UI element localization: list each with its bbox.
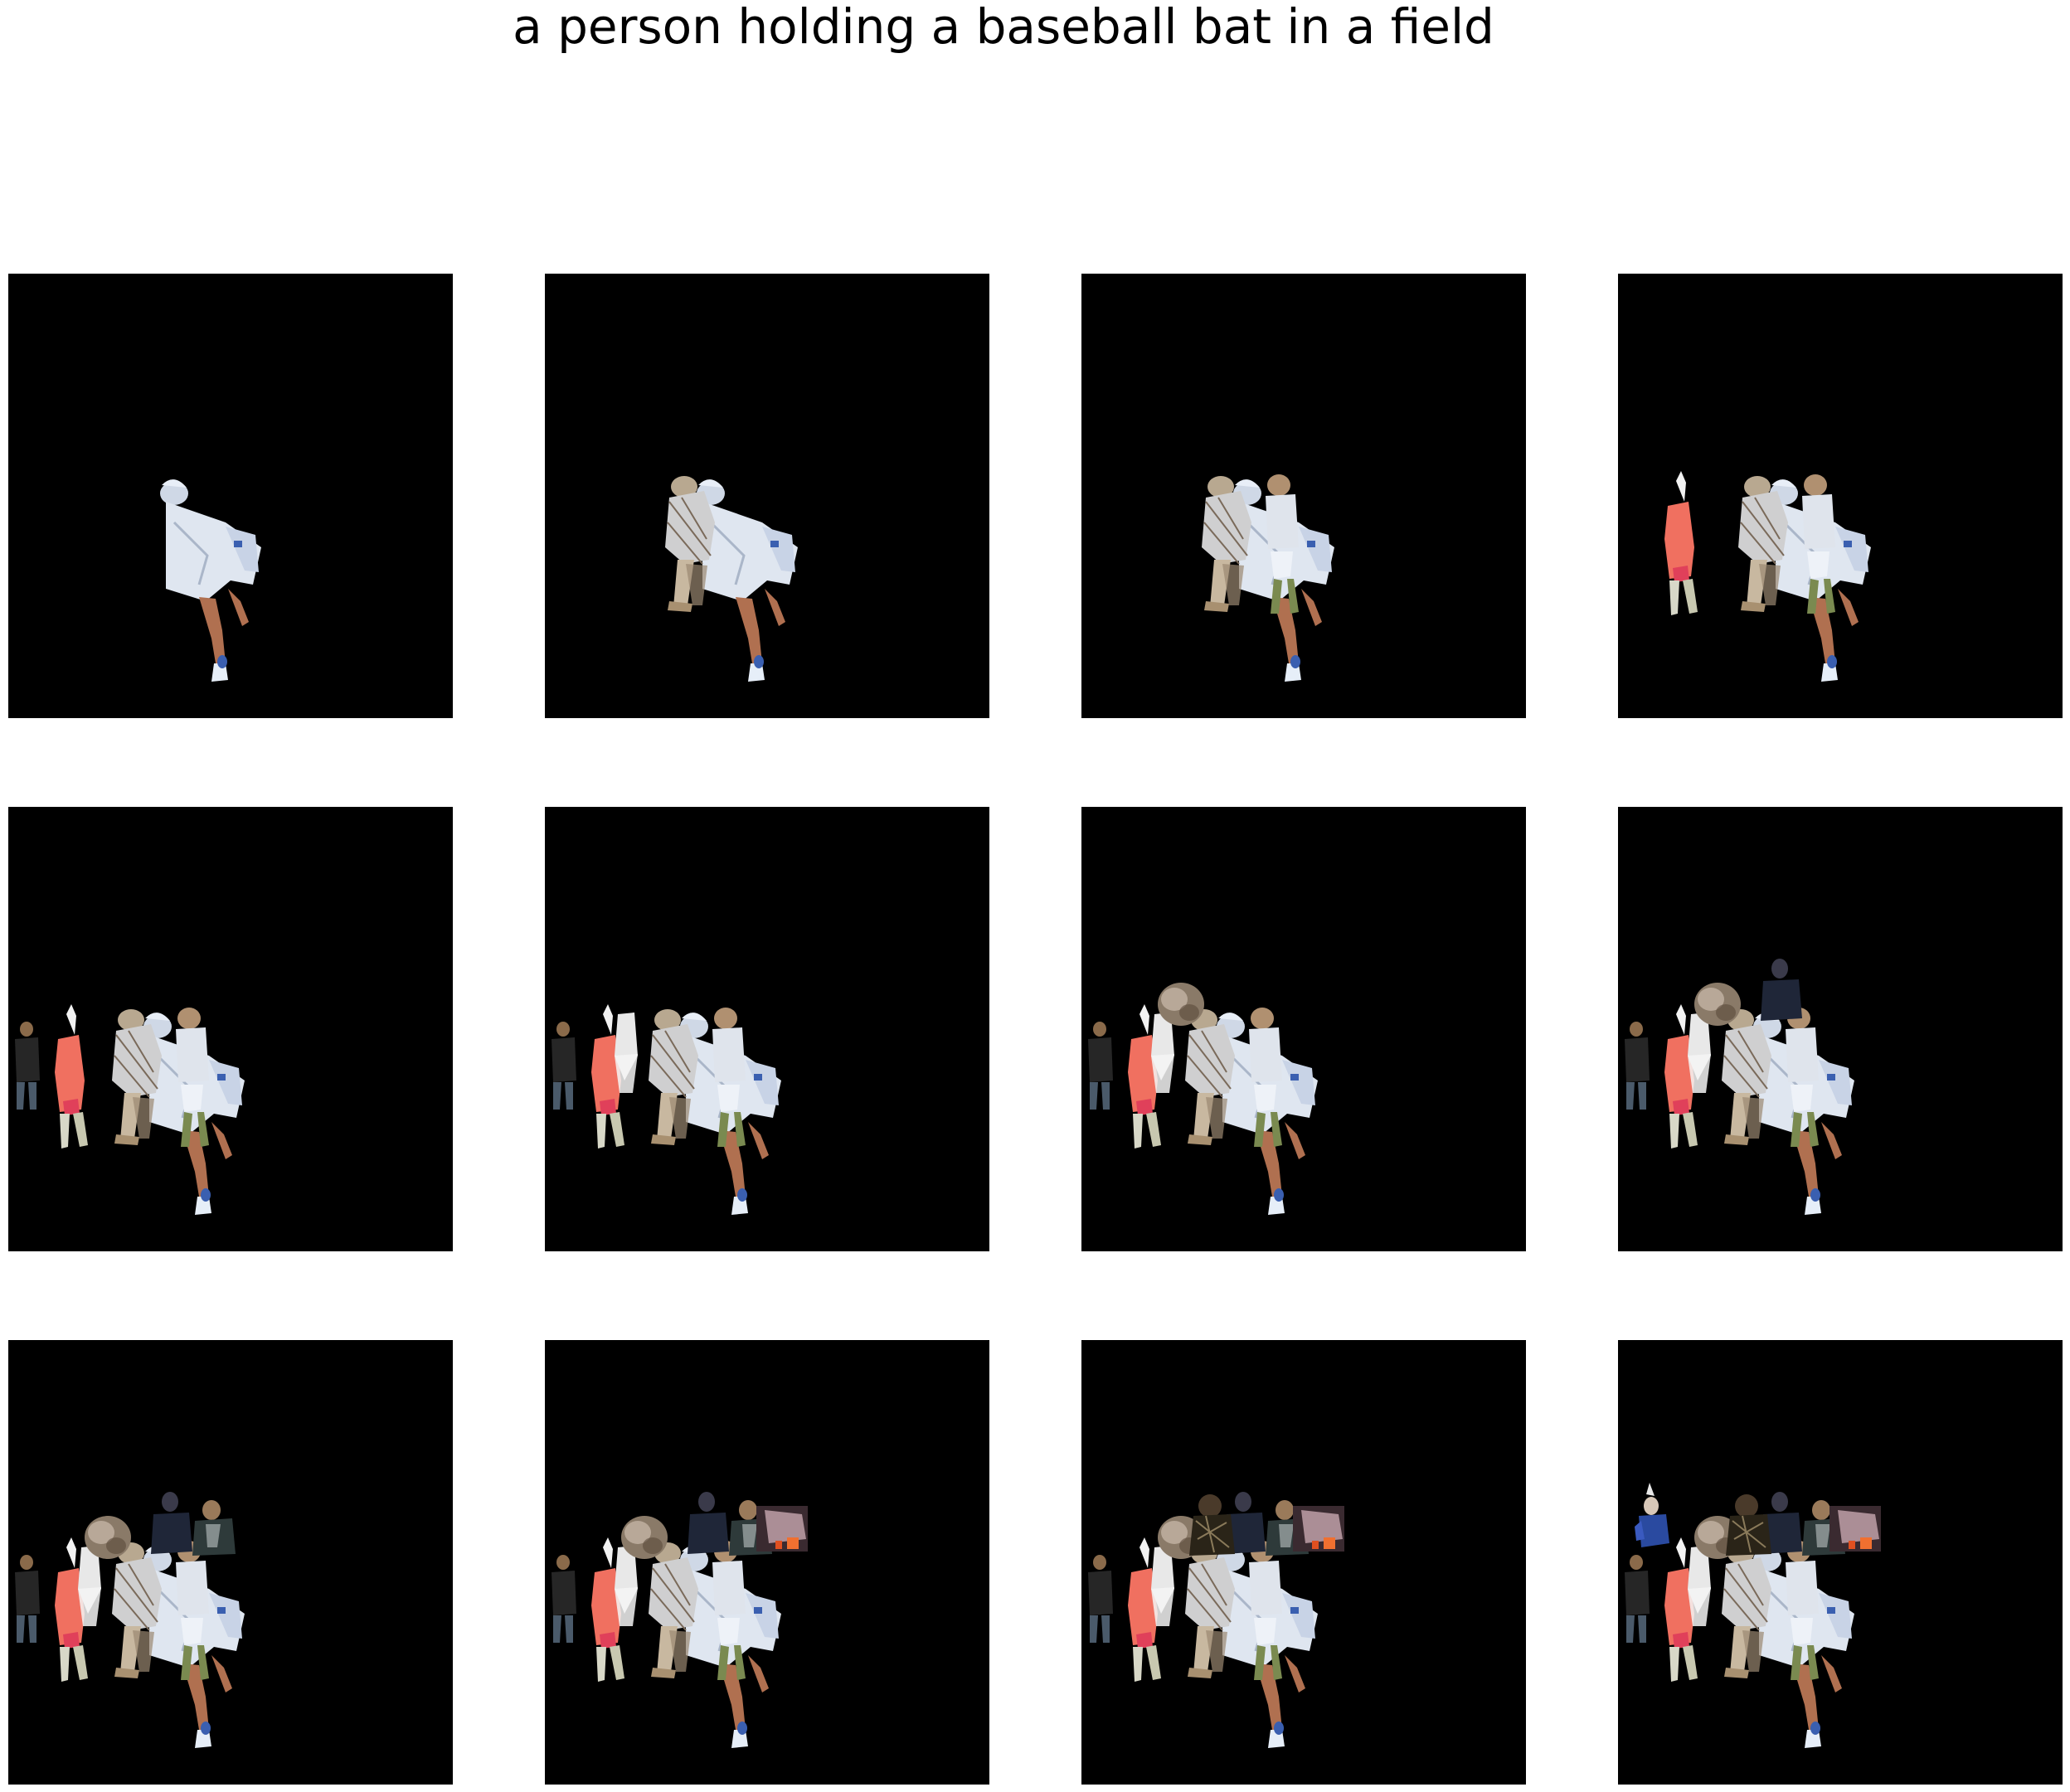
generation-step-panel [1618,274,2063,718]
white-figure-cutout [1688,1013,1711,1093]
generation-step-panel [8,1340,453,1785]
white-figure-cutout [78,1546,101,1626]
generation-step-panel [8,274,453,718]
generation-step-panel [1618,1340,2063,1785]
figure-title: a person holding a baseball bat in a fie… [513,0,1494,55]
blurred-head-cutout [621,1516,668,1559]
blurred-head-cutout [1158,983,1204,1026]
generation-step-panel [1081,274,1526,718]
crowd-strip-cutout [1829,1506,1881,1552]
generation-step-panel [545,807,989,1251]
generation-step-panel [1081,1340,1526,1785]
generation-step-panel [1081,807,1526,1251]
white-figure-cutout [615,1546,638,1626]
crowd-strip-cutout [756,1506,808,1552]
generation-step-panel [1618,807,2063,1251]
generation-step-panel [8,807,453,1251]
generation-step-panel [545,1340,989,1785]
white-figure-cutout [1151,1546,1174,1626]
white-figure-cutout [1151,1013,1174,1093]
white-figure-cutout [615,1013,638,1093]
blurred-head-cutout [85,1516,131,1559]
crowd-strip-cutout [1293,1506,1344,1552]
blurred-head-cutout [1694,983,1741,1026]
white-figure-cutout [1688,1546,1711,1626]
generation-step-panel [545,274,989,718]
